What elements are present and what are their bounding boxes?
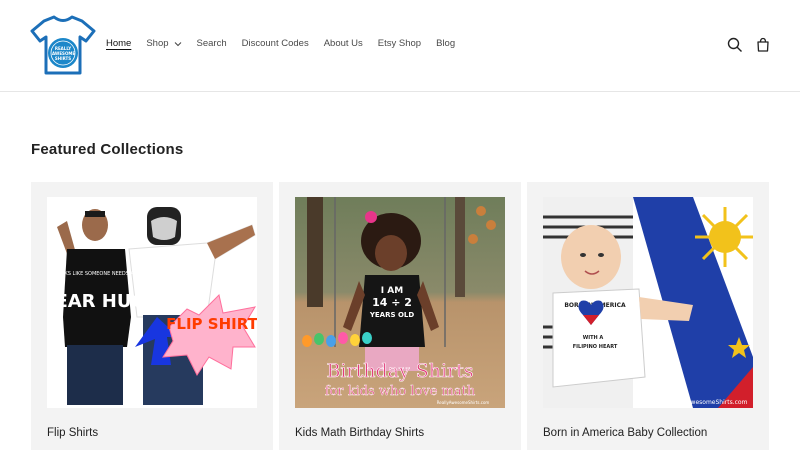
watermark: ReallyAwesomeShirts.com [669,399,748,406]
nav-etsy-shop[interactable]: Etsy Shop [378,38,421,49]
nav-home[interactable]: Home [106,38,131,49]
flip-shirt-burst-text: FLIP SHIRT [166,315,257,333]
collection-image[interactable]: BORN IN AMERICA WITH A FILIPINO HEART Re… [543,197,753,408]
logo[interactable]: REALLY AWESOME SHIRTS [30,15,96,77]
collection-card-born-in-america-baby[interactable]: BORN IN AMERICA WITH A FILIPINO HEART Re… [527,182,769,450]
nav-label: Search [196,38,227,49]
collection-image[interactable]: LOOKS LIKE SOMEONE NEEDS A BEAR HUG FLIP… [47,197,257,408]
nav-label: Shop [146,38,169,49]
search-icon[interactable] [727,37,743,53]
shirt-line1: I AM [381,286,403,296]
nav-label: Discount Codes [241,38,309,49]
nav-about-us[interactable]: About Us [324,38,363,49]
collection-card-kids-math-birthday-shirts[interactable]: I AM 14 ÷ 2 YEARS OLD Birthday Shirts fo… [279,182,521,450]
nav-blog[interactable]: Blog [436,38,455,49]
shirt-big-text: BEAR HUG [47,291,146,312]
onesie-mid-text: WITH A [583,335,604,341]
nav-label: About Us [323,38,363,49]
shirt-line2: 14 ÷ 2 [372,296,412,309]
shirt-small-text: LOOKS LIKE SOMEONE NEEDS A [54,271,134,277]
collection-title[interactable]: Born in America Baby Collection [543,427,707,439]
main-nav: Home Shop Search Discount Codes About Us… [106,38,470,49]
chevron-down-icon [174,41,181,46]
collection-card-flip-shirts[interactable]: LOOKS LIKE SOMEONE NEEDS A BEAR HUG FLIP… [31,182,273,450]
cart-icon[interactable] [755,37,771,53]
nav-discount-codes[interactable]: Discount Codes [242,38,309,49]
caption-birthday-shirts: Birthday Shirts [326,360,473,382]
nav-search[interactable]: Search [197,38,227,49]
collection-image[interactable]: I AM 14 ÷ 2 YEARS OLD Birthday Shirts fo… [295,197,505,408]
collection-title[interactable]: Flip Shirts [47,427,98,439]
watermark: ReallyAwesomeShirts.com [437,400,490,405]
site-header: REALLY AWESOME SHIRTS Home Shop Search D… [0,0,800,92]
section-title: Featured Collections [31,141,184,158]
logo-text: REALLY AWESOME SHIRTS [52,46,76,61]
caption-for-kids: for kids who love math [325,384,476,399]
nav-label: Etsy Shop [377,38,422,49]
shirt-line3: YEARS OLD [369,311,415,319]
nav-label: Blog [436,38,456,49]
nav-label: Home [106,38,132,49]
nav-shop[interactable]: Shop [146,38,181,49]
collection-title[interactable]: Kids Math Birthday Shirts [295,427,424,439]
onesie-bottom-text: FILIPINO HEART [573,344,618,350]
